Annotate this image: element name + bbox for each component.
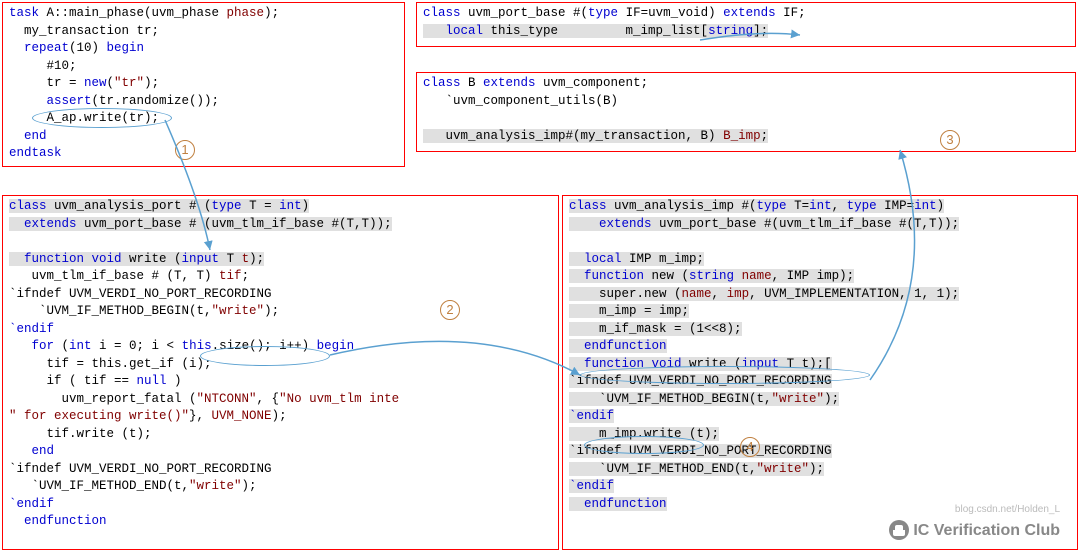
code: task A::main_phase(uvm_phase phase); my_… bbox=[3, 3, 404, 165]
watermark-text: IC Verification Club bbox=[889, 520, 1060, 542]
code-box-port-base: class uvm_port_base #(type IF=uvm_void) … bbox=[416, 2, 1076, 47]
oval-a-ap-write bbox=[32, 108, 172, 128]
annotation-4: 4 bbox=[740, 437, 760, 457]
wechat-icon bbox=[889, 520, 909, 540]
code: class B extends uvm_component; `uvm_comp… bbox=[417, 73, 1075, 147]
code: class uvm_port_base #(type IF=uvm_void) … bbox=[417, 3, 1075, 42]
code-box-task-a: task A::main_phase(uvm_phase phase); my_… bbox=[2, 2, 405, 167]
annotation-3: 3 bbox=[940, 130, 960, 150]
annotation-2: 2 bbox=[440, 300, 460, 320]
code-box-class-b: class B extends uvm_component; `uvm_comp… bbox=[416, 72, 1076, 152]
code: class uvm_analysis_imp #(type T=int, typ… bbox=[563, 196, 1077, 515]
oval-function-write bbox=[580, 366, 870, 384]
oval-this-size bbox=[200, 346, 330, 366]
oval-m-imp-write bbox=[584, 436, 704, 454]
annotation-1: 1 bbox=[175, 140, 195, 160]
watermark-url: blog.csdn.net/Holden_L bbox=[955, 503, 1060, 517]
code-box-analysis-port: class uvm_analysis_port # (type T = int)… bbox=[2, 195, 559, 550]
